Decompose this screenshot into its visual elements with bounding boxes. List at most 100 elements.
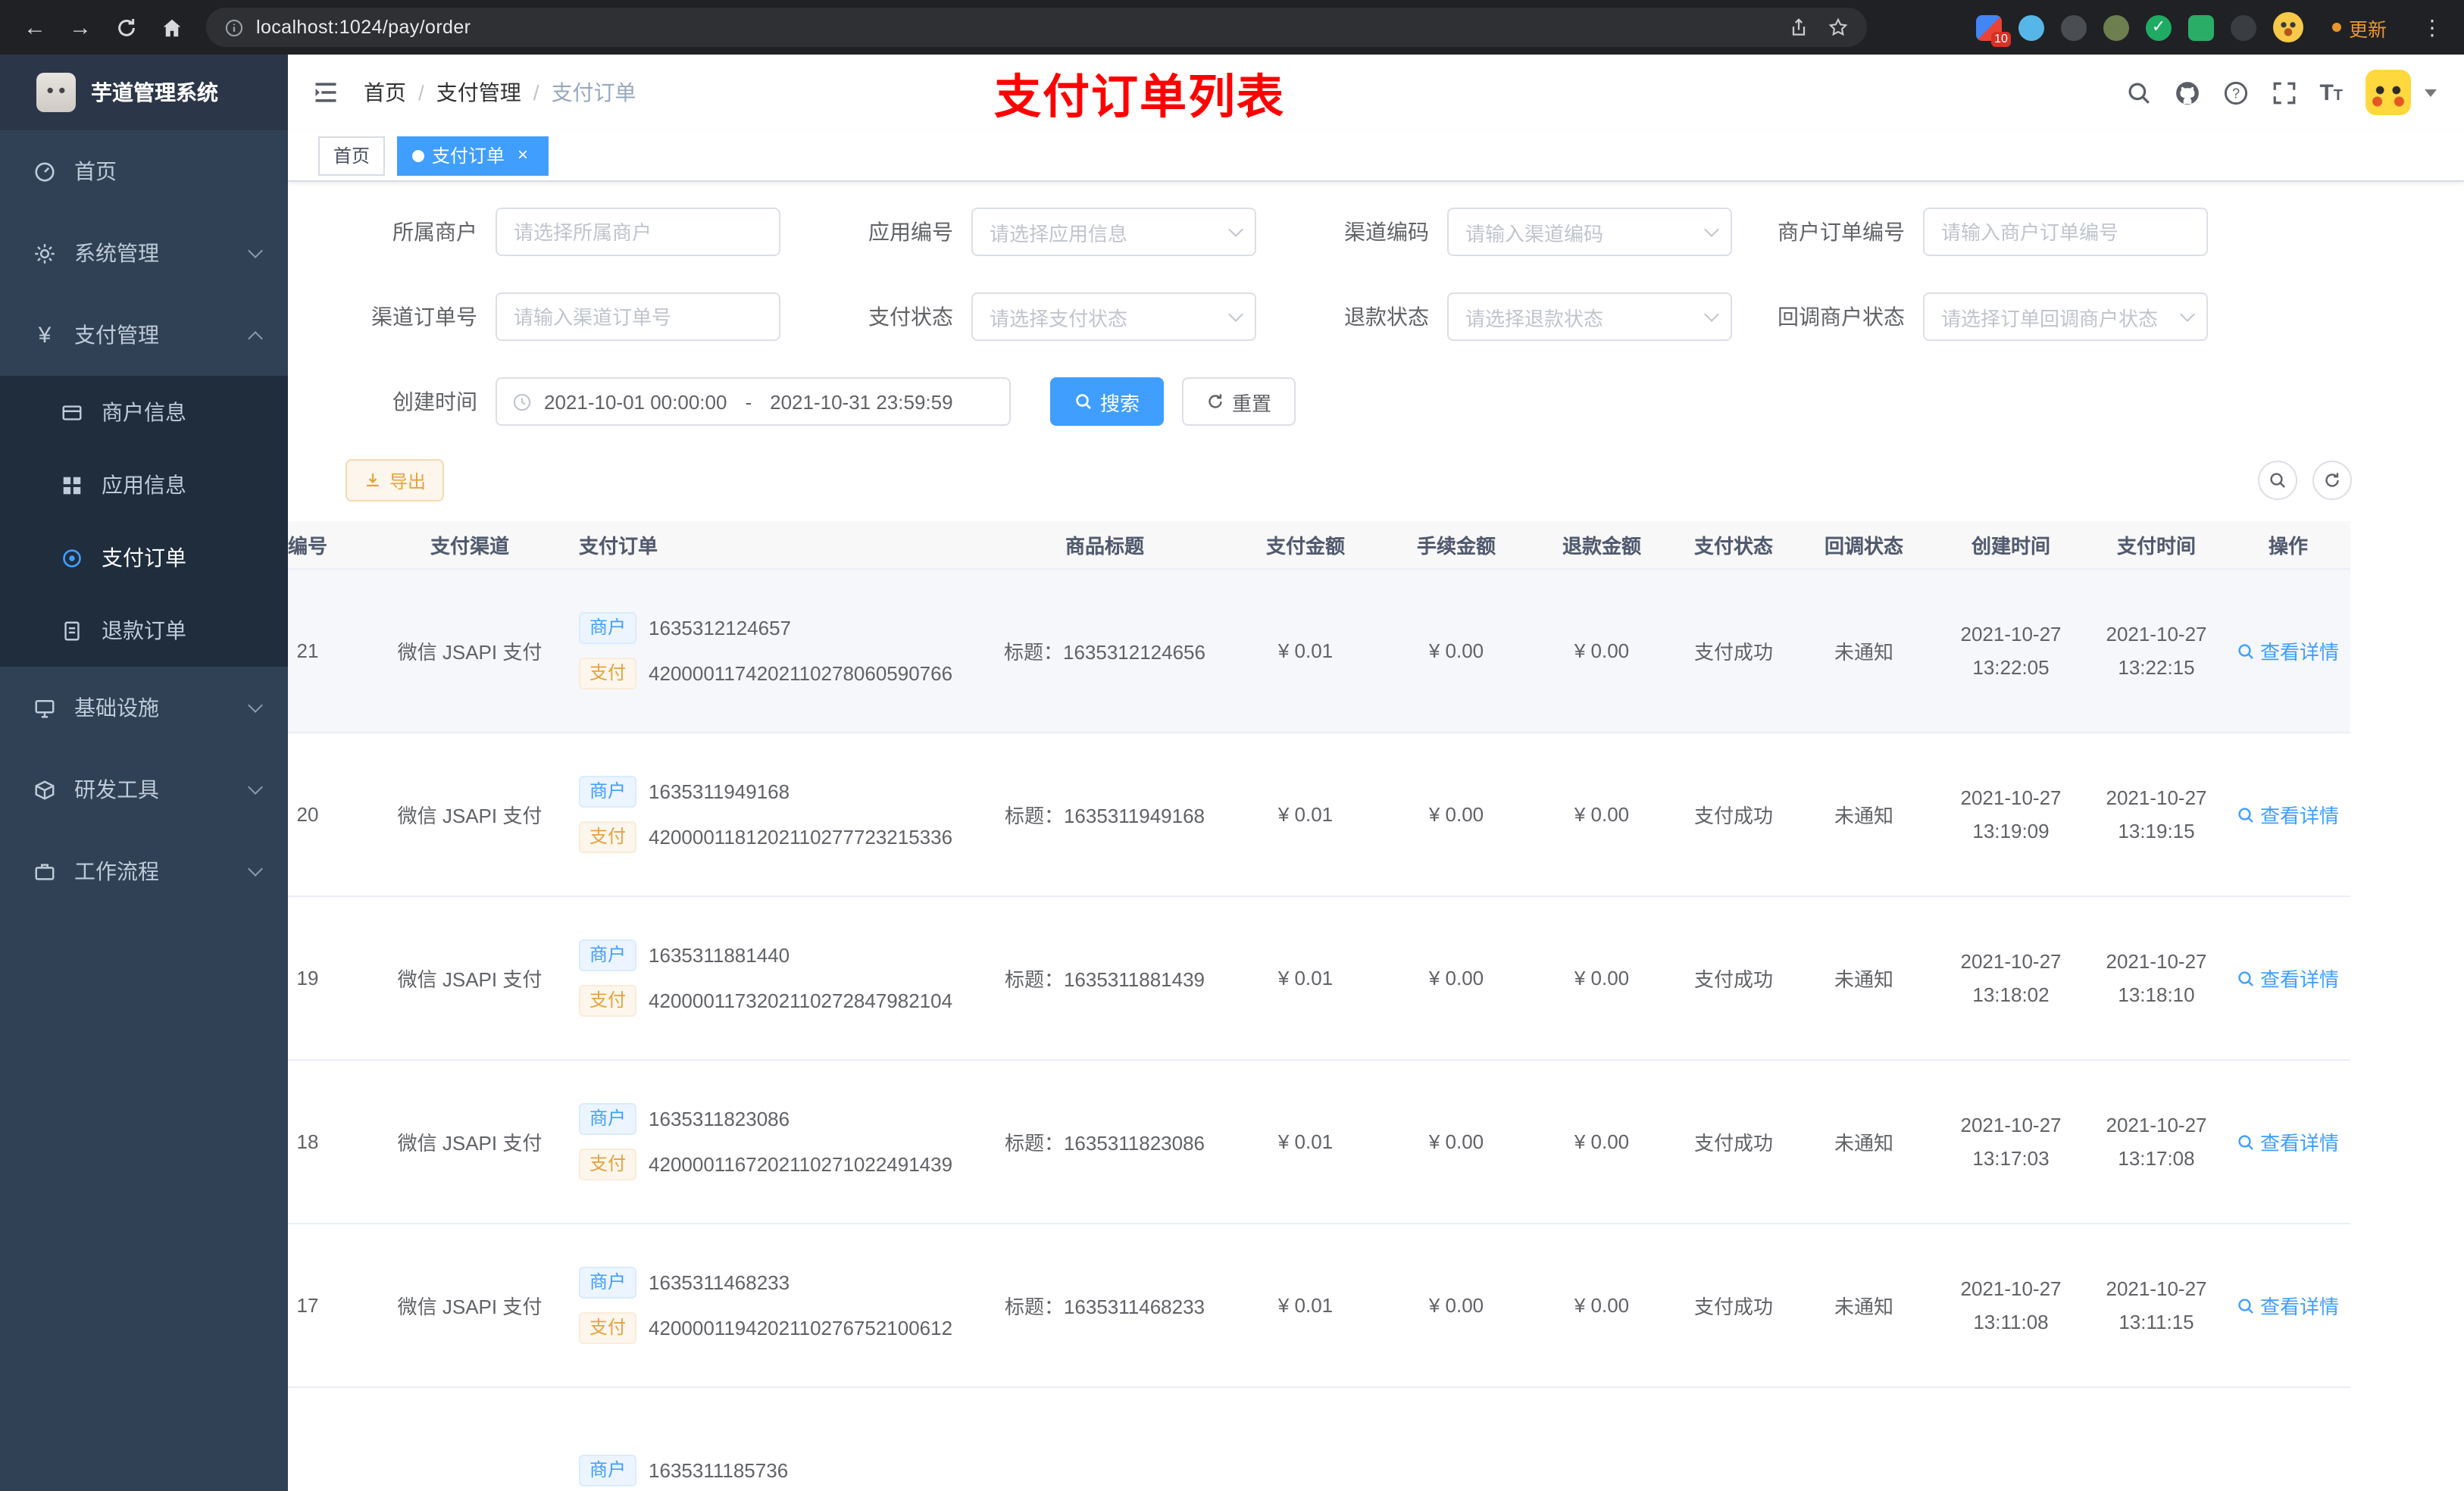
extension-icon[interactable] [2103,14,2129,40]
chevron-down-icon [2180,307,2195,322]
monitor-icon [35,699,55,717]
sidebar-item-refund-order[interactable]: 退款订单 [0,594,288,667]
table-row: 20 微信 JSAPI 支付 商户 1635311949168 支付 42000… [288,733,2350,897]
table-row: 21 微信 JSAPI 支付 商户 1635312124657 支付 42000… [288,570,2350,733]
export-button[interactable]: 导出 [346,459,445,502]
pay-amount: ¥ 0.01 [1277,1130,1334,1153]
pin-extension-icon[interactable] [2230,14,2256,40]
site-info-icon[interactable] [224,17,244,37]
sidebar-item-pay-order[interactable]: 支付订单 [0,521,288,594]
filter-label-notify-status: 回调商户状态 [1778,305,1905,329]
caret-down-icon[interactable] [2425,89,2437,96]
address-bar[interactable]: localhost:1024/pay/order [206,8,1867,47]
chat-extension-icon[interactable] [2187,14,2214,40]
pay-time-cell: 2021-10-27 13:17:08 [2106,1114,2207,1169]
home-icon[interactable] [152,8,191,47]
grid-icon [63,476,81,494]
orders-table: 编号 支付渠道 支付订单 商品标题 支付金额 手续金额 退款金额 支付状态 回调… [288,521,2464,1491]
hamburger-icon[interactable] [312,79,339,106]
product-title: 标题：1635311949168 [1004,805,1205,827]
pay-channel: 微信 JSAPI 支付 [397,805,543,827]
browser-menu-icon[interactable]: ⋮ [2416,14,2449,40]
search-button[interactable]: 搜索 [1050,377,1165,426]
pay-channel: 微信 JSAPI 支付 [397,1296,543,1318]
fee-amount: ¥ 0.00 [1428,803,1484,826]
filter-label-pay-status: 支付状态 [868,305,953,329]
filter-label-app-no: 应用编号 [868,220,953,244]
share-icon[interactable] [1788,17,1809,38]
table-row: 商户 1635311185736 [288,1388,2350,1491]
view-detail-link[interactable]: 查看详情 [2237,1291,2339,1320]
pay-order-cell: 商户 1635312124657 支付 42000011742021102780… [573,612,982,689]
sidebar-item-dev-tools[interactable]: 研发工具 [0,749,288,830]
chevron-down-icon [248,780,263,795]
breadcrumb-payment[interactable]: 支付管理 [436,77,521,108]
app-logo[interactable]: 芋道管理系统 [0,55,288,130]
refund-status-select[interactable]: 请选择退款状态 [1447,292,1732,341]
refresh-icon [1209,394,1222,408]
app-no-select[interactable]: 请选择应用信息 [971,208,1256,256]
table-row: 18 微信 JSAPI 支付 商户 1635311823086 支付 42000… [288,1061,2350,1224]
extension-icon[interactable] [2060,14,2087,40]
fullscreen-icon[interactable] [2271,80,2297,105]
app-title: 芋道管理系统 [91,80,218,105]
view-detail-link[interactable]: 查看详情 [2237,636,2339,665]
refresh-table-button[interactable] [2312,461,2352,500]
extension-icon[interactable]: 10 [1975,14,2011,46]
github-icon[interactable] [2174,80,2200,105]
date-range-picker[interactable]: 2021-10-01 00:00:00 - 2021-10-31 23:59:5… [496,377,1011,426]
sidebar-item-merchant-info[interactable]: 商户信息 [0,376,288,449]
channel-code-select[interactable]: 请输入渠道编码 [1447,208,1732,256]
sidebar-item-app-info[interactable]: 应用信息 [0,449,288,521]
reload-icon[interactable] [106,8,145,47]
breadcrumb-home[interactable]: 首页 [364,77,406,108]
channel-order-no-input[interactable] [496,292,780,341]
reset-button[interactable]: 重置 [1182,377,1296,426]
help-icon[interactable]: ? [2222,80,2248,105]
extension-icon[interactable] [2018,14,2044,40]
sidebar-item-system[interactable]: 系统管理 [0,212,288,294]
notify-status-select[interactable]: 请选择订单回调商户状态 [1923,292,2208,341]
pay-order-no: 4200001194202110276752100612 [649,1317,953,1339]
back-icon[interactable]: ← [15,8,55,47]
toggle-search-button[interactable] [2258,461,2297,500]
sidebar-item-payment[interactable]: ¥ 支付管理 [0,294,288,376]
view-detail-link[interactable]: 查看详情 [2237,964,2339,992]
pay-status-select[interactable]: 请选择支付状态 [971,292,1256,341]
pay-time-cell: 2021-10-27 13:11:15 [2106,1277,2207,1333]
filter-label-merchant-order-no: 商户订单编号 [1778,220,1905,244]
merchant-order-no-input[interactable] [1923,208,2208,256]
sidebar-item-infrastructure[interactable]: 基础设施 [0,667,288,749]
merchant-input[interactable] [496,208,780,256]
forward-icon[interactable]: → [61,8,100,47]
sidebar-item-workflow[interactable]: 工作流程 [0,830,288,912]
tags-view: 首页 支付订单 × [288,130,2464,182]
sidebar-item-home[interactable]: 首页 [0,130,288,212]
tag-close-icon[interactable]: × [512,144,533,166]
bookmark-star-icon[interactable] [1828,17,1849,38]
pay-order-no: 4200001181202110277723215336 [649,826,953,849]
active-dot-icon [412,149,425,161]
svg-text:?: ? [2231,85,2239,100]
browser-profile-avatar[interactable] [2272,12,2303,42]
product-title: 标题：1635311823086 [1004,1132,1205,1155]
font-size-icon[interactable]: TT [2319,81,2343,104]
pay-tag: 支付 [579,1312,637,1344]
browser-update-button[interactable]: 更新 [2320,8,2399,46]
search-icon [2239,1134,2254,1149]
refund-amount: ¥ 0.00 [1574,1130,1630,1153]
search-icon [2270,473,2285,488]
tag-home[interactable]: 首页 [318,136,386,175]
avatar[interactable] [2366,70,2411,115]
vue-devtools-icon[interactable]: ✓ [2145,14,2172,40]
search-icon[interactable] [2125,80,2151,105]
view-detail-link[interactable]: 查看详情 [2237,800,2339,829]
table-header: 编号 支付渠道 支付订单 商品标题 支付金额 手续金额 退款金额 支付状态 回调… [288,521,2350,570]
order-id: 20 [296,803,319,826]
view-detail-link[interactable]: 查看详情 [2237,1127,2339,1156]
filter-label-channel-code: 渠道编码 [1344,220,1429,244]
tag-pay-order[interactable]: 支付订单 × [397,136,549,175]
merchant-tag: 商户 [579,1267,637,1299]
gear-icon [35,243,55,263]
fee-amount: ¥ 0.00 [1428,1294,1484,1317]
